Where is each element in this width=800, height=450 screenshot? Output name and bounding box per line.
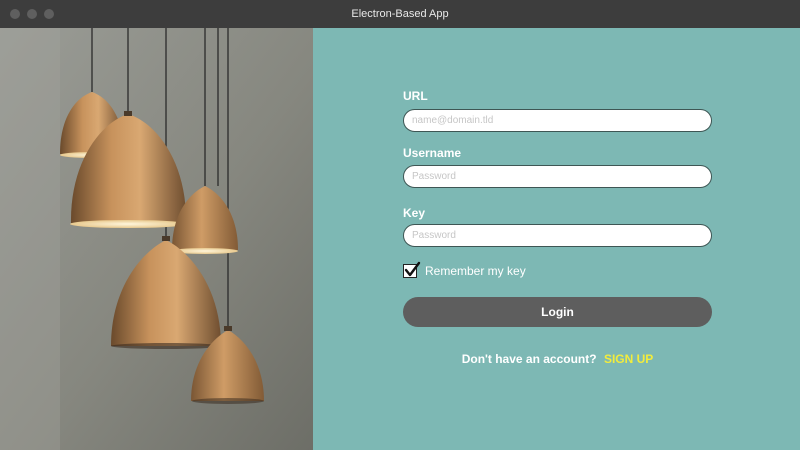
login-button[interactable]: Login [403, 297, 712, 327]
window-title: Electron-Based App [351, 8, 449, 20]
remember-my-key-row[interactable]: Remember my key [403, 261, 526, 279]
url-input[interactable] [403, 109, 712, 132]
username-label: Username [403, 146, 462, 160]
key-input[interactable] [403, 224, 712, 247]
checkmark-icon [404, 261, 421, 277]
signup-link[interactable]: SIGN UP [604, 352, 653, 366]
remember-checkbox[interactable] [403, 261, 421, 278]
remember-label: Remember my key [425, 264, 526, 278]
login-panel: URL Username Key Remember my key Login D… [313, 28, 800, 450]
url-label: URL [403, 89, 428, 103]
username-input[interactable] [403, 165, 712, 188]
signup-prompt: Don't have an account? [461, 352, 597, 366]
signup-row: Don't have an account? SIGN UP [403, 352, 712, 366]
pendant-lamps-image [0, 28, 313, 450]
title-bar[interactable]: Electron-Based App [0, 0, 800, 28]
app-window: Electron-Based App URL name@domain.tld U… [0, 0, 800, 450]
key-label: Key [403, 206, 426, 220]
